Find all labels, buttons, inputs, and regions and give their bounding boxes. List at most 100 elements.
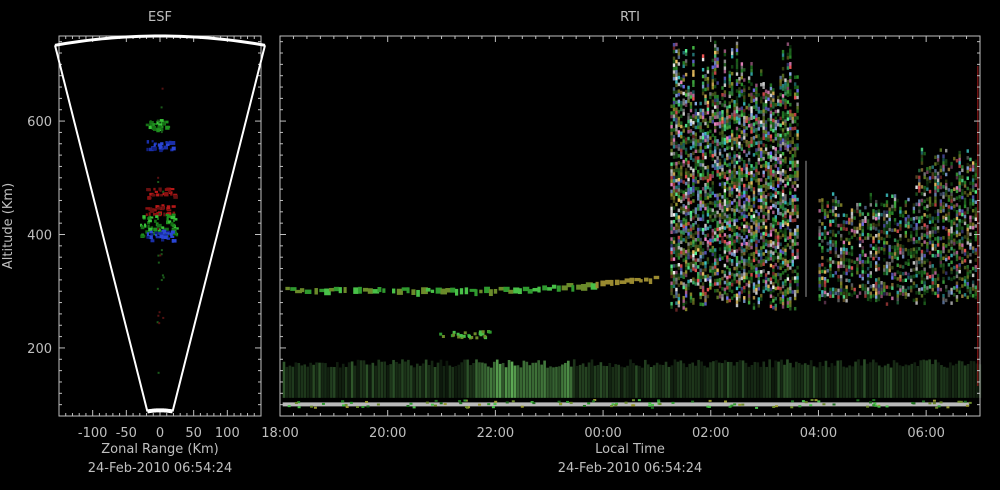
rti-plume-pixel	[677, 222, 681, 226]
rti-plume-pixel	[769, 97, 773, 101]
rti-plume-pixel	[769, 151, 773, 155]
rti-plume-pixel	[726, 119, 729, 123]
rti-plume-pixel	[963, 214, 967, 219]
rti-plume-pixel	[942, 266, 945, 271]
rti-plume-pixel	[840, 237, 843, 241]
rti-plume-pixel	[687, 174, 690, 178]
rti-plume-pixel	[692, 168, 695, 173]
rti-plume-pixel	[670, 162, 673, 166]
rti-plume-pixel	[714, 149, 717, 154]
rti-plume-pixel	[829, 219, 832, 224]
rti-plume-pixel	[842, 288, 846, 292]
rti-plume-pixel	[755, 161, 758, 166]
rti-plume-pixel	[670, 203, 673, 207]
rti-plume-pixel	[767, 162, 770, 166]
rti-plume-pixel	[853, 291, 856, 295]
rti-plume-pixel	[840, 288, 843, 292]
rti-plume-pixel	[786, 42, 790, 46]
rti-plume-pixel	[829, 294, 832, 299]
rti-plume-pixel	[750, 262, 753, 267]
rti-plume-pixel	[721, 86, 724, 90]
esf-echo-pixel	[166, 209, 172, 212]
rti-plume-pixel	[684, 59, 688, 63]
rti-plume-pixel	[757, 120, 761, 124]
rti-plume-pixel	[728, 220, 731, 224]
rti-plume-pixel	[706, 138, 710, 142]
rti-plume-pixel	[677, 249, 681, 253]
rti-f-layer-trace	[614, 279, 620, 286]
rti-plume-pixel	[842, 254, 846, 258]
rti-plume-pixel	[899, 271, 902, 275]
rti-e-region-column	[377, 359, 381, 398]
rti-plume-pixel	[670, 281, 673, 286]
rti-plume-pixel	[762, 129, 765, 134]
rti-plume-pixel	[726, 292, 729, 297]
rti-plume-pixel	[755, 270, 758, 275]
rti-plume-pixel	[728, 74, 731, 78]
rti-plume-pixel	[769, 280, 773, 285]
rti-plume-pixel	[677, 215, 681, 219]
rti-e-region-column	[546, 367, 549, 398]
rti-plume-pixel	[764, 106, 768, 111]
rti-e-region-column	[934, 359, 937, 398]
rti-plume-pixel	[684, 137, 688, 142]
rti-plume-pixel	[740, 252, 744, 257]
rti-plume-pixel	[740, 92, 744, 97]
rti-plume-pixel	[726, 200, 729, 205]
rti-plume-pixel	[781, 49, 785, 54]
rti-plume-pixel	[969, 222, 972, 226]
rti-plume-pixel	[752, 122, 756, 127]
rti-bottom-speck	[493, 403, 497, 406]
rti-echo-image	[282, 40, 982, 409]
rti-plume-pixel	[858, 226, 862, 231]
rti-plume-pixel	[733, 120, 736, 124]
rti-e-region-column	[946, 367, 949, 398]
rti-plume-pixel	[689, 105, 693, 109]
rti-plume-pixel	[721, 120, 724, 124]
rti-plume-pixel	[885, 271, 889, 276]
rti-plume-pixel	[726, 265, 729, 270]
rti-plume-pixel	[760, 253, 763, 257]
rti-e-region-column	[901, 366, 905, 398]
rti-e-region-column	[466, 359, 469, 398]
rti-plume-pixel	[779, 92, 782, 97]
rti-plume-pixel	[701, 210, 705, 215]
rti-plume-pixel	[777, 167, 780, 171]
rti-plume-pixel	[774, 279, 777, 284]
rti-plume-pixel	[864, 284, 867, 288]
rti-plume-pixel	[772, 227, 775, 232]
rti-plume-pixel	[784, 119, 787, 123]
rti-plume-pixel	[945, 179, 948, 184]
rti-plume-pixel	[682, 204, 685, 208]
rti-plume-pixel	[670, 193, 673, 197]
rti-plume-pixel	[777, 109, 780, 113]
rti-plume-pixel	[701, 115, 705, 120]
esf-echo-pixel	[150, 233, 154, 236]
rti-plume-pixel	[730, 282, 734, 287]
rti-plume-pixel	[934, 271, 937, 275]
rti-e-region-column	[392, 359, 395, 398]
esf-echo-pixel	[171, 205, 176, 208]
rti-plume-pixel	[723, 76, 727, 81]
rti-plume-pixel	[779, 116, 782, 121]
rti-plume-pixel	[772, 139, 775, 143]
rti-e-region-column	[913, 362, 917, 398]
rti-plume-pixel	[730, 259, 734, 263]
rti-plume-pixel	[743, 217, 746, 222]
rti-f-layer-trace	[377, 287, 382, 293]
rti-plume-pixel	[721, 208, 724, 213]
rti-plume-pixel	[858, 202, 862, 207]
rti-plume-pixel	[789, 150, 792, 155]
rti-plume-pixel	[842, 213, 846, 217]
rti-plume-pixel	[777, 231, 780, 236]
rti-plume-pixel	[735, 72, 739, 76]
rti-plume-pixel	[920, 157, 924, 162]
rti-plume-pixel	[969, 252, 972, 257]
rti-plume-pixel	[764, 229, 768, 233]
rti-plume-pixel	[743, 190, 746, 195]
rti-plume-pixel	[781, 83, 785, 88]
rti-plume-pixel	[740, 249, 744, 253]
rti-plume-pixel	[786, 219, 790, 223]
rti-title: RTI	[620, 10, 640, 25]
rti-plume-pixel	[728, 261, 731, 265]
